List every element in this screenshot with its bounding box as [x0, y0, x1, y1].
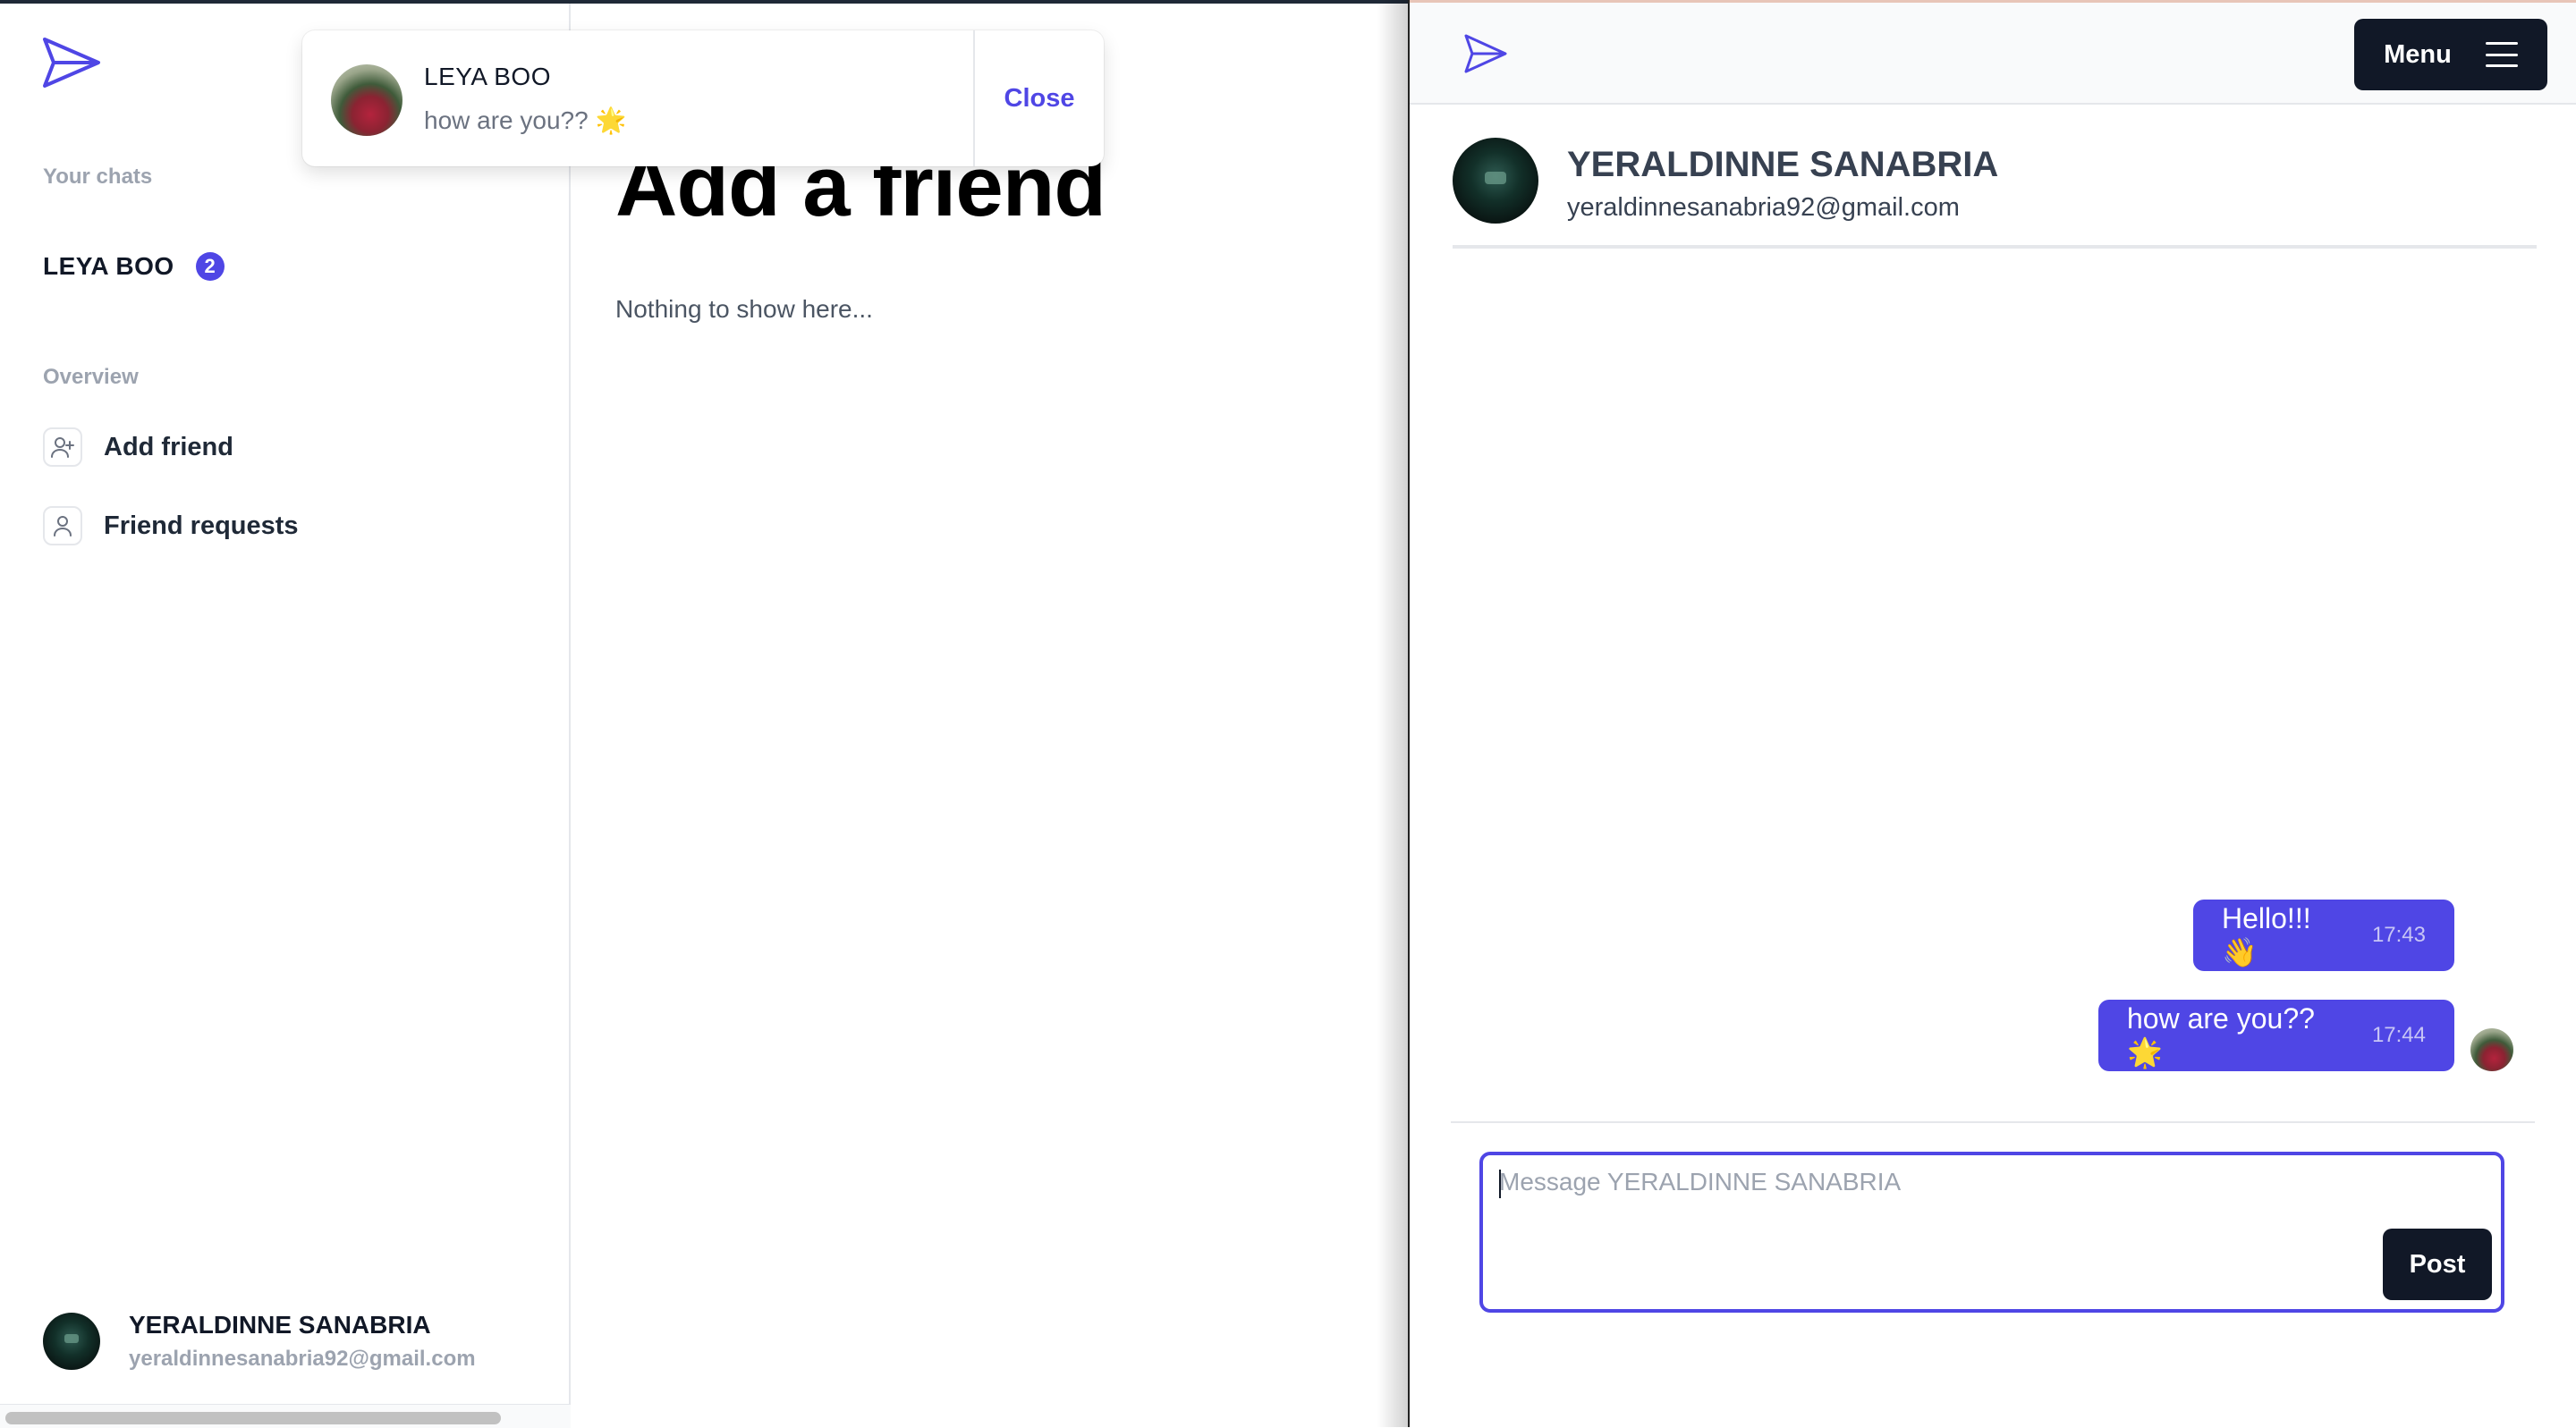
sidebar-item-label: Add friend: [104, 432, 233, 461]
chat-partner-header: YERALDINNE SANABRIA yeraldinnesanabria92…: [1453, 138, 2537, 249]
scrollbar-thumb[interactable]: [5, 1412, 501, 1424]
toast-content[interactable]: LEYA BOO how are you?? 🌟: [302, 30, 973, 166]
text-cursor: [1499, 1170, 1501, 1198]
sidebar-item-add-friend[interactable]: Add friend: [43, 427, 233, 467]
window-shadow: [1377, 0, 1408, 1427]
message-time: 17:43: [2371, 923, 2426, 947]
sidebar-item-friend-requests[interactable]: Friend requests: [43, 506, 299, 545]
message-input[interactable]: [1499, 1168, 2358, 1221]
menu-button[interactable]: Menu: [2354, 19, 2547, 90]
message-bubble: how are you?? 🌟 17:44: [2098, 1000, 2454, 1071]
toast-message: how are you?? 🌟: [424, 106, 627, 134]
avatar: [1453, 138, 1538, 224]
menu-label: Menu: [2384, 39, 2452, 69]
chat-partner-name: YERALDINNE SANABRIA: [1567, 145, 1999, 184]
profile-name: YERALDINNE SANABRIA: [129, 1311, 431, 1339]
paper-plane-logo-icon[interactable]: [1463, 33, 1508, 74]
message-time: 17:44: [2371, 1023, 2426, 1047]
current-user-profile: YERALDINNE SANABRIA yeraldinnesanabria92…: [43, 1311, 476, 1372]
chat-item-leya-boo[interactable]: LEYA BOO 2: [43, 252, 225, 281]
mobile-header: Menu: [1410, 3, 2576, 105]
avatar: [331, 64, 402, 136]
profile-email: yeraldinnesanabria92@gmail.com: [129, 1347, 476, 1371]
paper-plane-logo-icon[interactable]: [41, 36, 102, 89]
sidebar: Your chats LEYA BOO 2 Overview Add frien…: [0, 4, 571, 1428]
your-chats-heading: Your chats: [43, 165, 153, 189]
main-content: Add a friend Nothing to show here...: [572, 4, 1406, 1427]
avatar: [43, 1313, 100, 1370]
toast-sender-name: LEYA BOO: [424, 63, 551, 90]
message-bubble: Hello!!! 👋 17:43: [2193, 900, 2454, 971]
chat-partner-email: yeraldinnesanabria92@gmail.com: [1567, 193, 1960, 222]
user-icon: [43, 506, 82, 545]
sidebar-item-label: Friend requests: [104, 511, 299, 540]
unread-count-badge: 2: [195, 252, 225, 281]
post-button[interactable]: Post: [2383, 1229, 2492, 1300]
chat-item-name: LEYA BOO: [43, 252, 174, 280]
empty-state-text: Nothing to show here...: [615, 295, 873, 323]
message-notification-toast[interactable]: LEYA BOO how are you?? 🌟 Close: [302, 30, 1104, 166]
message-text: how are you?? 🌟: [2127, 1001, 2315, 1069]
message-text: Hello!!! 👋: [2222, 901, 2311, 968]
divider: [1451, 1121, 2535, 1123]
overview-heading: Overview: [43, 365, 139, 389]
horizontal-scrollbar[interactable]: [0, 1404, 571, 1428]
user-plus-icon: [43, 427, 82, 467]
message-composer: Post: [1479, 1152, 2504, 1313]
hamburger-icon: [2485, 42, 2518, 67]
close-toast-button[interactable]: Close: [973, 30, 1104, 166]
avatar: [2470, 1028, 2513, 1071]
